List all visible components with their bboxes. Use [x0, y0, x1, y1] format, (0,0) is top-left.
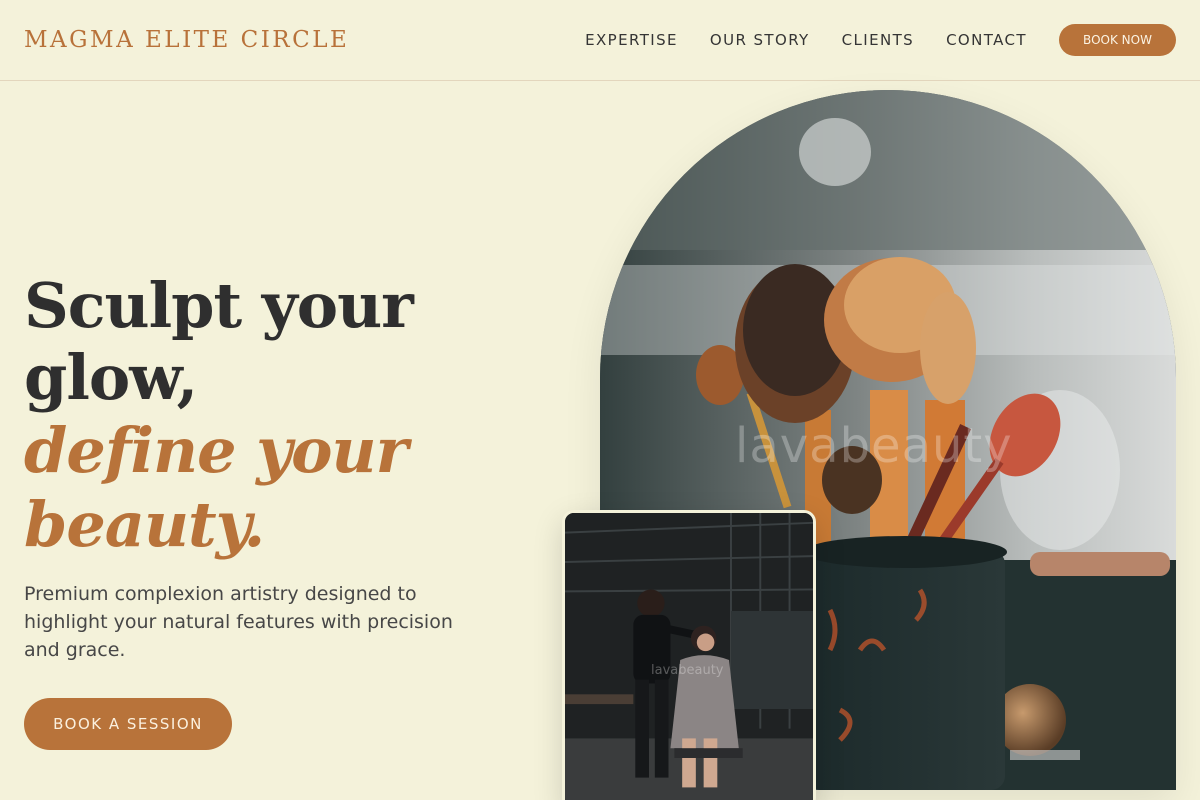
site-header: MAGMA ELITE CIRCLE EXPERTISE OUR STORY C… [0, 0, 1200, 81]
nav-link-clients[interactable]: CLIENTS [842, 31, 914, 49]
book-session-button[interactable]: BOOK A SESSION [24, 698, 232, 750]
makeup-artist-illustration [565, 513, 813, 800]
nav-link-expertise[interactable]: EXPERTISE [585, 31, 678, 49]
book-now-button[interactable]: BOOK NOW [1059, 24, 1176, 56]
nav-link-our-story[interactable]: OUR STORY [710, 31, 810, 49]
image-watermark: lavabeauty [735, 418, 1013, 474]
headline-line-1: Sculpt your glow, [24, 269, 414, 414]
main-nav: EXPERTISE OUR STORY CLIENTS CONTACT BOOK… [585, 24, 1176, 56]
headline-line-2: define your beauty. [24, 414, 408, 561]
hero-headline: Sculpt your glow, define your beauty. [24, 270, 564, 562]
card-watermark: lavabeauty [651, 663, 724, 678]
hero-section: Sculpt your glow, define your beauty. Pr… [24, 270, 564, 750]
hero-description: Premium complexion artistry designed to … [24, 583, 453, 661]
nav-link-contact[interactable]: CONTACT [946, 31, 1027, 49]
brand-logo[interactable]: MAGMA ELITE CIRCLE [24, 27, 349, 53]
makeup-artist-photo-card: lavabeauty [562, 510, 816, 800]
